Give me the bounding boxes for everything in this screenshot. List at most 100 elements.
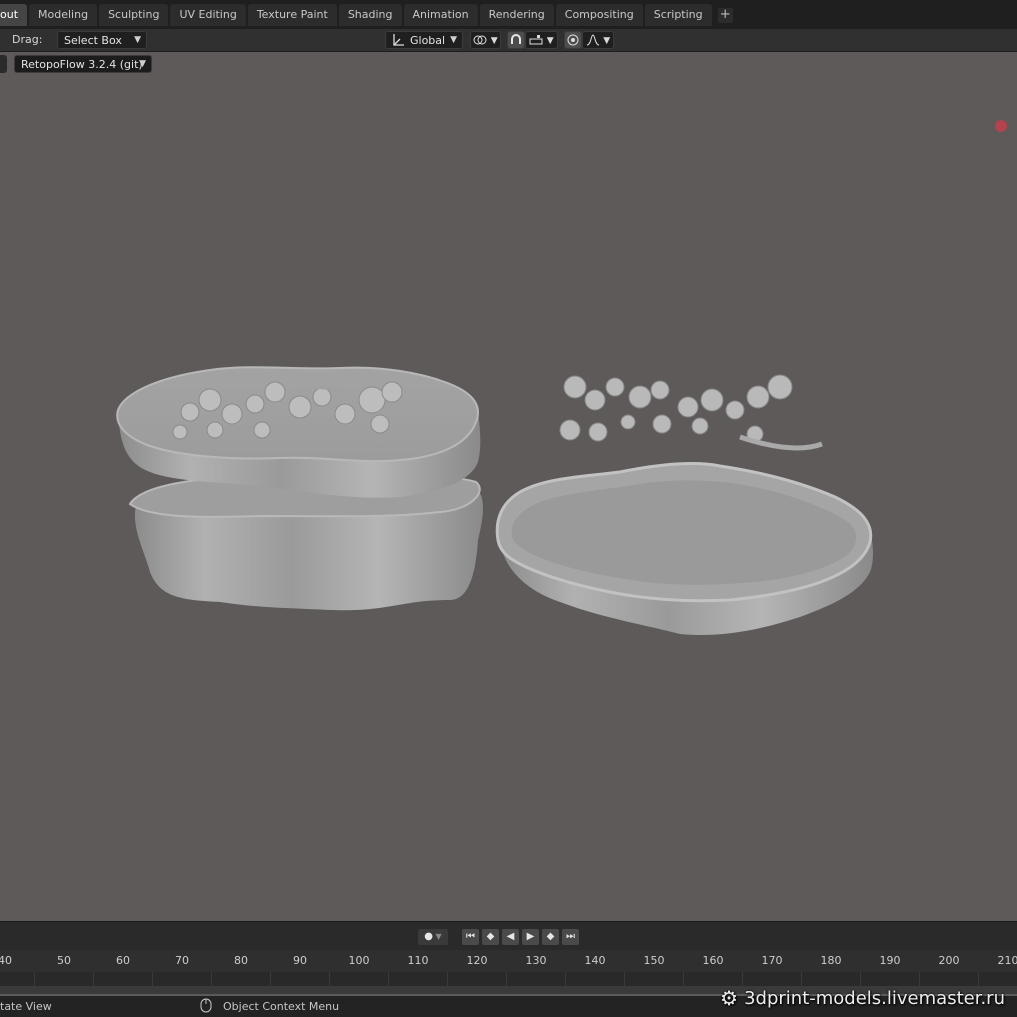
- frame-tick-label: 130: [525, 954, 547, 967]
- snap-increment-icon: [529, 33, 547, 46]
- track-gridline: [624, 972, 625, 986]
- chevron-down-icon: ▼: [139, 59, 146, 69]
- chevron-down-icon: ▼: [603, 36, 611, 46]
- mouse-right-icon: [200, 998, 212, 1016]
- frame-tick-label: 150: [643, 954, 665, 967]
- chevron-down-icon: ▼: [546, 36, 554, 46]
- snap-toggle[interactable]: [507, 31, 525, 49]
- track-gridline: [34, 972, 35, 986]
- ornament-piece-separate: [559, 374, 823, 451]
- box-lid-closed: [116, 366, 481, 498]
- track-gridline: [860, 972, 861, 986]
- jump-start-button[interactable]: ⏮: [462, 929, 479, 945]
- add-workspace-button[interactable]: +: [717, 8, 733, 23]
- proportional-edit-toggle[interactable]: [564, 31, 582, 49]
- status-left-text: tate View: [0, 1000, 52, 1013]
- track-gridline: [978, 972, 979, 986]
- prev-keyframe-button[interactable]: ◆: [482, 929, 499, 945]
- drag-label: Drag:: [12, 33, 43, 46]
- track-gridline: [447, 972, 448, 986]
- record-icon: ●: [424, 931, 434, 942]
- play-reverse-button[interactable]: ◀: [502, 929, 519, 945]
- addon-dropdown[interactable]: RetopoFlow 3.2.4 (git) ▼: [14, 55, 152, 73]
- workspace-tab-bar: out Modeling Sculpting UV Editing Texture Pa…: [0, 0, 1017, 29]
- workspace-tab[interactable]: Sculpting: [99, 4, 169, 26]
- workspace-tab[interactable]: Shading: [338, 4, 402, 26]
- falloff-curve-icon: [586, 33, 604, 46]
- play-reverse-icon: ◀: [506, 931, 515, 942]
- workspace-tab[interactable]: UV Editing: [170, 4, 246, 26]
- 3d-viewport[interactable]: RetopoFlow 3.2.4 (git) ▼: [0, 52, 1017, 920]
- workspace-tab[interactable]: Scripting: [644, 4, 712, 26]
- orientation-axes-icon: [391, 32, 405, 53]
- jump-end-button[interactable]: ⏭: [562, 929, 579, 945]
- play-icon: ▶: [526, 931, 535, 942]
- track-gridline: [683, 972, 684, 986]
- header-toolbar: Drag: Select Box ▼ Global ▼ ▼ ▼ ▼: [0, 29, 1017, 52]
- magnet-icon: [509, 33, 523, 46]
- timeline-header: ● ▼ ⏮ ◆ ◀ ▶ ◆ ⏭: [0, 921, 1017, 950]
- gear-icon: ⚙: [720, 986, 739, 1010]
- frame-tick-label: 40: [0, 954, 12, 967]
- track-gridline: [270, 972, 271, 986]
- tool-panel-toggle[interactable]: [0, 55, 7, 73]
- orientation-value: Global: [410, 34, 446, 47]
- frame-tick-label: 70: [175, 954, 189, 967]
- workspace-tab[interactable]: Rendering: [479, 4, 554, 26]
- frame-tick-label: 100: [348, 954, 370, 967]
- keying-dropdown[interactable]: ● ▼: [418, 929, 448, 945]
- frame-tick-label: 120: [466, 954, 488, 967]
- track-gridline: [565, 972, 566, 986]
- track-gridline: [742, 972, 743, 986]
- jump-end-icon: ⏭: [566, 931, 575, 942]
- track-gridline: [152, 972, 153, 986]
- box-bottom-part: [128, 473, 483, 611]
- workspace-tab[interactable]: Animation: [403, 4, 478, 26]
- workspace-tab[interactable]: Texture Paint: [247, 4, 337, 26]
- drag-select-dropdown[interactable]: Select Box ▼: [57, 31, 147, 49]
- track-gridline: [93, 972, 94, 986]
- snap-target-dropdown[interactable]: ▼: [525, 31, 558, 49]
- scene-render: [116, 366, 873, 636]
- frame-tick-label: 210: [997, 954, 1017, 967]
- next-keyframe-button[interactable]: ◆: [542, 929, 559, 945]
- watermark-text: 3dprint-models.livemaster.ru: [744, 987, 1005, 1009]
- box-lid-open: [495, 462, 873, 636]
- falloff-dropdown[interactable]: ▼: [582, 31, 614, 49]
- frame-tick-label: 80: [234, 954, 248, 967]
- frame-tick-label: 200: [938, 954, 960, 967]
- timeline-ruler[interactable]: 40 50 60 70 80 90 100 110 120 130 140 150 160 170 180 1…: [0, 950, 1017, 972]
- frame-tick-label: 180: [820, 954, 842, 967]
- pivot-point-dropdown[interactable]: ▼: [470, 31, 501, 49]
- frame-tick-label: 50: [57, 954, 71, 967]
- track-gridline: [211, 972, 212, 986]
- frame-tick-label: 160: [702, 954, 724, 967]
- next-keyframe-icon: ◆: [546, 931, 555, 942]
- track-gridline: [329, 972, 330, 986]
- chevron-down-icon: ▼: [450, 35, 457, 45]
- frame-tick-label: 60: [116, 954, 130, 967]
- proportional-icon: [567, 33, 579, 46]
- workspace-tab[interactable]: Modeling: [29, 4, 98, 26]
- track-gridline: [801, 972, 802, 986]
- chevron-down-icon: ▼: [134, 35, 141, 45]
- transform-orientation-dropdown[interactable]: Global ▼: [385, 31, 463, 49]
- status-context-menu-text: Object Context Menu: [223, 1000, 340, 1013]
- track-gridline: [388, 972, 389, 986]
- frame-tick-label: 140: [584, 954, 606, 967]
- pivot-icon: [473, 33, 491, 46]
- chevron-down-icon: ▼: [490, 36, 498, 46]
- record-indicator-icon: [995, 120, 1007, 132]
- frame-tick-label: 190: [879, 954, 901, 967]
- play-button[interactable]: ▶: [522, 929, 539, 945]
- workspace-tab[interactable]: Compositing: [555, 4, 643, 26]
- addon-dropdown-value: RetopoFlow 3.2.4 (git): [21, 58, 143, 71]
- track-gridline: [919, 972, 920, 986]
- drag-select-value: Select Box: [64, 34, 122, 47]
- jump-start-icon: ⏮: [466, 931, 475, 942]
- frame-tick-label: 170: [761, 954, 783, 967]
- track-gridline: [506, 972, 507, 986]
- prev-keyframe-icon: ◆: [486, 931, 495, 942]
- frame-tick-label: 110: [407, 954, 429, 967]
- workspace-tab[interactable]: out: [0, 4, 28, 26]
